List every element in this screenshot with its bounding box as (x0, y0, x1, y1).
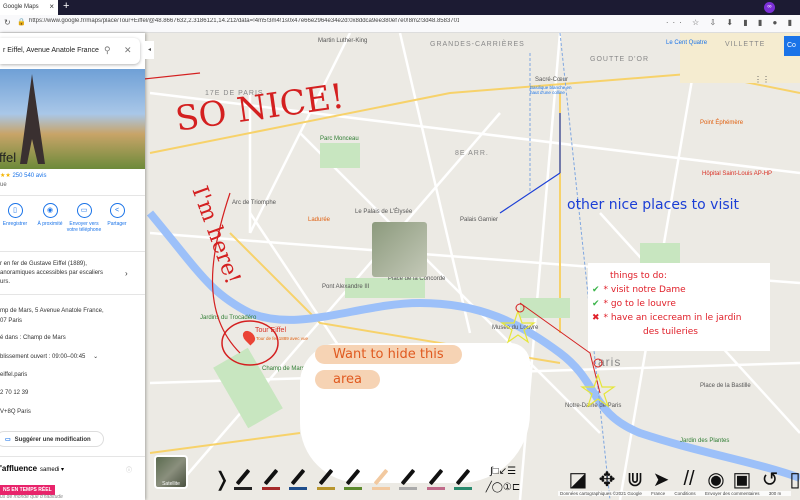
star-icon: ★★ (0, 173, 13, 179)
todo-title: things to do: (610, 271, 667, 281)
close-icon[interactable]: ✕ (124, 45, 132, 56)
description-line: anoramiques accessibles par escaliers (0, 270, 104, 276)
todo-text: * visit notre Dame (603, 285, 686, 295)
action-label: Envoyer vers votre téléphone (66, 221, 102, 233)
phone-icon: ▭ (76, 203, 92, 218)
suggest-label: Suggérer une modification (14, 437, 91, 443)
divider (0, 251, 145, 252)
copyright: Données cartographiques ©2021 Google (560, 491, 642, 496)
nearby-icon: ◉ (42, 203, 58, 218)
place-photo[interactable] (0, 69, 145, 169)
eiffel-tower-image (20, 74, 45, 164)
phone-number[interactable]: 2 70 12 39 (0, 390, 28, 396)
save-button[interactable]: ▯ Enregistrer (0, 203, 33, 227)
place-rating[interactable]: ★★ 250 540 avis (0, 172, 46, 179)
nearby-button[interactable]: ◉ À proximité (32, 203, 68, 227)
pen-red-icon[interactable] (260, 463, 282, 495)
toolbar-icons[interactable]: ··· ☆ ⇩ ⬇ ▮ ▮ ● ▮ (666, 18, 796, 27)
reviews-link[interactable]: 250 540 avis (12, 173, 46, 179)
pen-blue-icon[interactable] (287, 463, 309, 495)
apps-grid-icon[interactable]: ⋮⋮ (754, 75, 770, 84)
action-label: Enregistrer (2, 221, 28, 227)
todo-item-3-cont: des tuileries (643, 327, 698, 337)
description-line: r en fer de Gustave Eiffel (1889), (0, 261, 87, 267)
search-icon[interactable]: ⚲ (104, 45, 111, 56)
share-icon: < (109, 203, 125, 218)
line-ellipse-icon[interactable]: ╱◯①⊏ (486, 482, 521, 493)
day-selector[interactable]: samedi ▾ (40, 467, 64, 473)
new-tab-button[interactable]: + (63, 0, 69, 12)
check-icon: ✔ (592, 299, 600, 309)
other-places-annotation: other nice places to visit (567, 197, 740, 213)
share-button[interactable]: < Partager (99, 203, 135, 227)
pen-pink-icon[interactable] (425, 463, 447, 495)
cross-icon: ✖ (592, 313, 600, 323)
send-to-phone-button[interactable]: ▭ Envoyer vers votre téléphone (66, 203, 102, 233)
freeform-icon[interactable]: ∫□↙☰ (490, 466, 516, 477)
divider (0, 294, 145, 295)
satellite-label: Satellite (162, 481, 180, 487)
pen-black-icon[interactable] (232, 463, 254, 495)
chevron-right-icon[interactable]: › (125, 269, 128, 278)
reload-icon[interactable]: ↻ (4, 18, 11, 27)
chevron-down-icon[interactable]: ⌄ (93, 354, 98, 360)
todo-text: * go to le louvre (603, 299, 676, 309)
live-subtext: us de monde que d'habitude (0, 494, 63, 500)
terms-link[interactable]: Conditions (674, 491, 695, 496)
shape-tools[interactable]: ∫□↙☰ ╱◯①⊏ (482, 463, 524, 495)
pen-gold-icon[interactable] (315, 463, 337, 495)
lock-icon: 🔒 (17, 19, 26, 26)
url-input[interactable]: https://www.google.fr/maps/place/Tour+Ei… (29, 18, 459, 24)
plus-code[interactable]: V+8Q Paris (0, 409, 31, 415)
address-line[interactable]: mp de Mars, 5 Avenue Anatole France, (0, 308, 104, 314)
action-label: Partager (107, 221, 127, 227)
description-line: urs. (0, 279, 11, 285)
map-footer: Données cartographiques ©2021 Google Fra… (558, 491, 792, 496)
search-box[interactable]: r Eiffel, Avenue Anatole France ⚲ ✕ (0, 38, 140, 64)
close-tab-icon[interactable]: × (49, 2, 54, 11)
hours-text: blissement ouvert : 09:00–00:45 (0, 354, 86, 360)
divider (0, 456, 145, 457)
edit-icon: ▭ (5, 437, 11, 443)
info-icon[interactable]: ⓘ (126, 465, 132, 474)
collapse-toolbar-icon[interactable]: ❭ (214, 463, 231, 495)
search-input[interactable]: r Eiffel, Avenue Anatole France (3, 47, 99, 54)
browser-tab[interactable]: Google Maps × (0, 0, 58, 15)
divider (0, 195, 145, 196)
todo-item-2: ✔ * go to le louvre (588, 299, 770, 313)
feedback-link[interactable]: Envoyer des commentaires (705, 491, 760, 496)
pen-gray-icon[interactable] (397, 463, 419, 495)
pen-green-icon[interactable] (342, 463, 364, 495)
located-in[interactable]: é dans : Champ de Mars (0, 335, 66, 341)
pen-teal-icon[interactable] (452, 463, 474, 495)
popular-times-header: 'affluence samedi ▾ (0, 464, 64, 473)
browser-tab-bar: Google Maps × + ∞ (0, 0, 800, 15)
scale-bar: 300 m (768, 491, 782, 496)
opening-hours[interactable]: blissement ouvert : 09:00–00:45 ⌄ (0, 353, 98, 360)
address-line[interactable]: 07 Paris (0, 318, 22, 324)
satellite-toggle[interactable]: Satellite (154, 455, 188, 489)
tab-title: Google Maps (3, 4, 39, 10)
todo-text: * have an icecream in le jardin (603, 313, 742, 323)
collapse-panel-button[interactable]: ◂ (145, 41, 154, 59)
check-icon: ✔ (592, 285, 600, 295)
sign-in-button[interactable]: Co (784, 36, 800, 56)
todo-note: things to do: ✔ * visit notre Dame ✔ * go … (588, 263, 770, 351)
place-title: ffel (0, 150, 17, 165)
address-bar: ↻ 🔒 https://www.google.fr/maps/place/Tou… (0, 15, 800, 33)
bookmark-icon: ▯ (7, 203, 23, 218)
place-category: ue (0, 182, 7, 188)
place-panel: r Eiffel, Avenue Anatole France ⚲ ✕ ffel… (0, 33, 145, 500)
extension-icon[interactable]: ∞ (764, 2, 775, 13)
highlighter-icon[interactable] (370, 463, 392, 495)
todo-item-3: ✖ * have an icecream in le jardin (588, 313, 770, 327)
region-link[interactable]: France (651, 491, 665, 496)
action-label: À proximité (37, 221, 63, 227)
popular-times-title: 'affluence (0, 464, 38, 473)
suggest-edit-button[interactable]: ▭ Suggérer une modification (0, 431, 104, 447)
website-link[interactable]: eiffel.paris (0, 372, 27, 378)
todo-item-1: ✔ * visit notre Dame (588, 285, 770, 299)
